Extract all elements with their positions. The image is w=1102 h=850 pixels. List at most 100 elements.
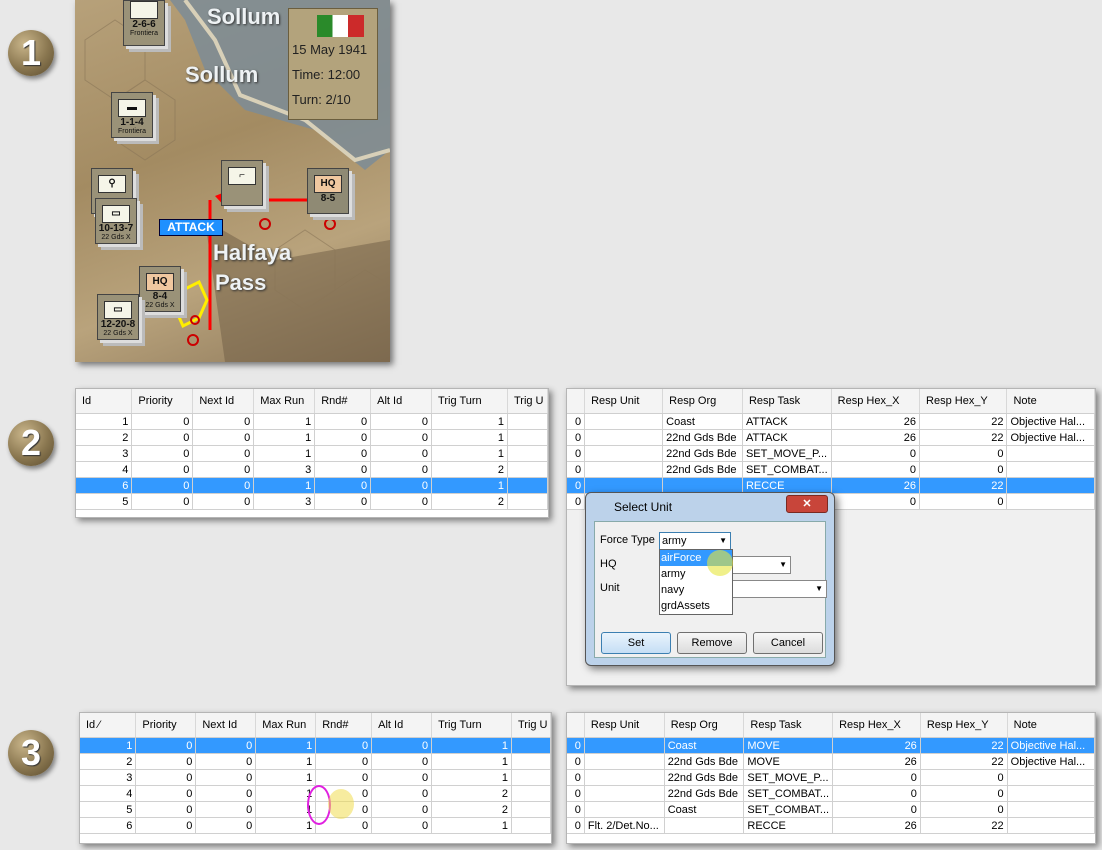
table-cell[interactable]: 0 [370, 429, 433, 446]
table-row[interactable]: 0 Coast MOVE 26 22 Objective Hal... [567, 737, 1095, 754]
table-cell[interactable]: SET_COMBAT... [743, 801, 834, 818]
table-cell[interactable]: 22nd Gds Bde [662, 429, 743, 446]
table-cell[interactable]: 0 [567, 445, 586, 462]
table-cell[interactable]: 0 [370, 413, 433, 430]
table-cell[interactable]: SET_COMBAT... [742, 461, 832, 478]
table-row[interactable]: 0 Coast SET_COMBAT... 0 0 [567, 801, 1095, 818]
table-cell[interactable] [511, 737, 551, 754]
table-cell[interactable] [507, 413, 548, 430]
col-resp-org[interactable]: Resp Org [662, 389, 743, 414]
col-trig-turn[interactable]: Trig Turn [431, 389, 508, 414]
table-cell[interactable] [507, 429, 548, 446]
table-cell[interactable]: 0 [567, 769, 585, 786]
table-cell[interactable]: 0 [195, 785, 257, 802]
table-cell[interactable]: 0 [195, 753, 257, 770]
table-cell[interactable]: 2 [431, 785, 512, 802]
table-row[interactable]: 0 22nd Gds Bde SET_COMBAT... 0 0 [567, 461, 1095, 478]
col-alt-id[interactable]: Alt Id [370, 389, 433, 414]
hq-counter[interactable]: HQ 8-5 [307, 168, 349, 214]
table-cell[interactable]: 5 [80, 801, 137, 818]
unit-counter[interactable]: ▭ 12-20-8 22 Gds X [97, 294, 139, 340]
table-cell[interactable]: 0 [195, 737, 257, 754]
unit-counter[interactable]: ⌐ [221, 160, 263, 206]
table-cell[interactable]: 22nd Gds Bde [664, 785, 745, 802]
triggers-table[interactable]: Id Priority Next Id Max Run Rnd# Alt Id … [76, 389, 548, 510]
table-cell[interactable]: 0 [195, 817, 257, 834]
col-resp-hex-x[interactable]: Resp Hex_X [831, 389, 921, 414]
col-rnd[interactable]: Rnd# [314, 389, 372, 414]
table-row[interactable]: 0 Coast ATTACK 26 22 Objective Hal... [567, 413, 1095, 430]
table-cell[interactable]: 0 [370, 445, 433, 462]
table-cell[interactable]: 0 [371, 801, 433, 818]
table-cell[interactable]: 26 [831, 429, 921, 446]
table-cell[interactable]: 1 [255, 737, 317, 754]
table-row[interactable]: 0 22nd Gds Bde SET_COMBAT... 0 0 [567, 785, 1095, 802]
table-cell[interactable]: 0 [832, 785, 921, 802]
option-grdassets[interactable]: grdAssets [660, 598, 732, 614]
table-cell[interactable] [584, 445, 664, 462]
set-button[interactable]: Set [601, 632, 671, 654]
remove-button[interactable]: Remove [677, 632, 747, 654]
table-row[interactable]: 0 22nd Gds Bde SET_MOVE_P... 0 0 [567, 445, 1095, 462]
table-cell[interactable]: 0 [567, 493, 586, 510]
table-cell[interactable] [584, 785, 665, 802]
table-cell[interactable]: 0 [920, 785, 1008, 802]
table-cell[interactable]: 3 [76, 445, 133, 462]
table-cell[interactable]: 0 [314, 429, 372, 446]
table-row[interactable]: 2001001 [80, 753, 551, 770]
table-cell[interactable]: 0 [371, 737, 433, 754]
table-cell[interactable]: 0 [919, 461, 1008, 478]
responses-table-panel-step3[interactable]: Resp Unit Resp Org Resp Task Resp Hex_X … [566, 712, 1096, 844]
table-cell[interactable]: 0 [131, 477, 194, 494]
table-cell[interactable]: 0 [832, 769, 921, 786]
table-cell[interactable] [507, 493, 548, 510]
table-cell[interactable]: 4 [80, 785, 137, 802]
table-cell[interactable]: 0 [315, 769, 373, 786]
table-cell[interactable]: 26 [831, 413, 921, 430]
table-cell[interactable]: 22nd Gds Bde [664, 753, 745, 770]
table-cell[interactable] [511, 769, 551, 786]
unit-counter[interactable]: 2-6-6 Frontiera [123, 0, 165, 46]
table-cell[interactable]: 22 [920, 737, 1008, 754]
table-cell[interactable]: 0 [314, 493, 372, 510]
select-unit-dialog[interactable]: Select Unit ✕ Force Type army ▼ HQ ▼ Uni… [585, 492, 835, 666]
table-cell[interactable]: 0 [131, 493, 194, 510]
hq-counter[interactable]: HQ 8-4 22 Gds X [139, 266, 181, 312]
table-row[interactable]: 4003002 [76, 461, 548, 478]
table-cell[interactable]: 0 [195, 801, 257, 818]
col-resp-hex-x[interactable]: Resp Hex_X [832, 713, 921, 738]
table-cell[interactable]: 0 [567, 477, 586, 494]
table-cell[interactable]: 0 [131, 445, 194, 462]
table-row[interactable]: 6001001 [76, 477, 548, 494]
col-alt-id[interactable]: Alt Id [371, 713, 433, 738]
col-max-run[interactable]: Max Run [255, 713, 317, 738]
table-cell[interactable]: 2 [80, 753, 137, 770]
table-cell[interactable]: 6 [80, 817, 137, 834]
table-cell[interactable]: Objective Hal... [1007, 753, 1095, 770]
table-cell[interactable] [507, 461, 548, 478]
table-cell[interactable]: 2 [76, 429, 133, 446]
table-row[interactable]: 3001001 [76, 445, 548, 462]
table-cell[interactable]: RECCE [743, 817, 834, 834]
table-cell[interactable]: 26 [832, 817, 921, 834]
table-cell[interactable]: 0 [192, 429, 255, 446]
table-cell[interactable]: 0 [567, 801, 585, 818]
table-cell[interactable]: MOVE [743, 753, 834, 770]
table-cell[interactable] [511, 753, 551, 770]
table-cell[interactable]: 1 [431, 429, 508, 446]
table-cell[interactable]: 0 [567, 429, 586, 446]
table-cell[interactable]: 0 [831, 461, 921, 478]
table-cell[interactable]: 22nd Gds Bde [662, 461, 743, 478]
table-cell[interactable] [1007, 817, 1095, 834]
col-resp-hex-y[interactable]: Resp Hex_Y [920, 713, 1008, 738]
table-cell[interactable]: 0 [567, 753, 585, 770]
table-cell[interactable]: 0 [832, 801, 921, 818]
table-cell[interactable]: 0 [567, 413, 586, 430]
col-trig-unit[interactable]: Trig U [507, 389, 548, 414]
table-cell[interactable]: 1 [431, 737, 512, 754]
table-cell[interactable]: 0 [567, 817, 585, 834]
table-row[interactable]: 1001001 [76, 413, 548, 430]
col-id-sorted[interactable]: Id ⁄ [80, 713, 137, 738]
table-cell[interactable] [584, 769, 665, 786]
col-next-id[interactable]: Next Id [192, 389, 255, 414]
